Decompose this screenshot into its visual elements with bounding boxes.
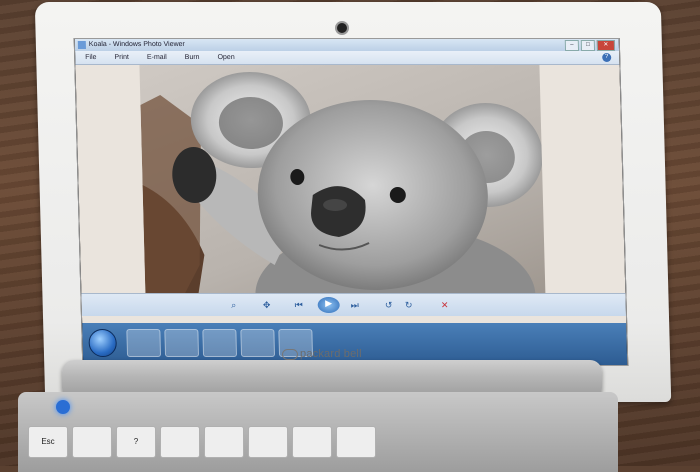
menu-bar: File Print E-mail Burn Open ? xyxy=(75,51,620,65)
window-title: Koala - Windows Photo Viewer xyxy=(88,41,185,48)
packard-bell-logo-icon xyxy=(282,348,298,360)
menu-open[interactable]: Open xyxy=(217,51,234,64)
minimize-button[interactable]: – xyxy=(564,40,580,51)
start-button[interactable] xyxy=(88,329,118,357)
taskbar-item-explorer[interactable] xyxy=(126,329,162,357)
key-3[interactable] xyxy=(160,426,200,458)
koala-photo xyxy=(139,65,546,311)
delete-icon[interactable]: ✕ xyxy=(438,299,452,311)
key-7[interactable] xyxy=(336,426,376,458)
taskbar-item-ie[interactable] xyxy=(164,329,200,357)
slideshow-play-button[interactable]: ▶ xyxy=(317,297,340,313)
key-4[interactable] xyxy=(204,426,244,458)
actual-size-icon[interactable]: ✥ xyxy=(260,299,274,311)
taskbar-item-media[interactable] xyxy=(202,329,238,357)
window-titlebar: Koala - Windows Photo Viewer – □ ✕ xyxy=(74,39,620,51)
rotate-left-icon[interactable]: ↺ xyxy=(382,299,396,311)
key-2[interactable]: ? xyxy=(116,426,156,458)
key-esc[interactable]: Esc xyxy=(28,426,68,458)
zoom-icon[interactable]: ⌕ xyxy=(227,299,241,311)
next-icon[interactable]: ⏭ xyxy=(348,299,362,311)
menu-print[interactable]: Print xyxy=(114,51,129,64)
keyboard-row: Esc ? xyxy=(28,426,588,466)
maximize-button[interactable]: □ xyxy=(580,40,596,51)
close-button[interactable]: ✕ xyxy=(596,40,616,51)
viewer-controls: ⌕ ✥ ⏮ ▶ ⏭ ↺ ↻ ✕ xyxy=(81,293,626,316)
menu-file[interactable]: File xyxy=(85,51,97,64)
photo-viewer-area xyxy=(75,65,627,323)
rotate-right-icon[interactable]: ↻ xyxy=(402,299,416,311)
menu-burn[interactable]: Burn xyxy=(185,51,200,64)
key-1[interactable] xyxy=(72,426,112,458)
brand-name: packard bell xyxy=(300,348,362,360)
power-button-icon[interactable] xyxy=(56,400,70,414)
previous-icon[interactable]: ⏮ xyxy=(292,299,306,311)
laptop-screen: Koala - Windows Photo Viewer – □ ✕ File … xyxy=(73,38,629,366)
taskbar-item-app[interactable] xyxy=(240,329,276,357)
webcam-icon xyxy=(335,21,349,35)
photo-viewer-icon xyxy=(77,41,86,49)
brand-label: packard bell xyxy=(282,348,362,360)
help-icon[interactable]: ? xyxy=(602,53,612,62)
key-5[interactable] xyxy=(248,426,288,458)
menu-email[interactable]: E-mail xyxy=(147,51,167,64)
key-6[interactable] xyxy=(292,426,332,458)
window-controls: – □ ✕ xyxy=(564,40,616,51)
koala-illustration xyxy=(140,72,543,311)
